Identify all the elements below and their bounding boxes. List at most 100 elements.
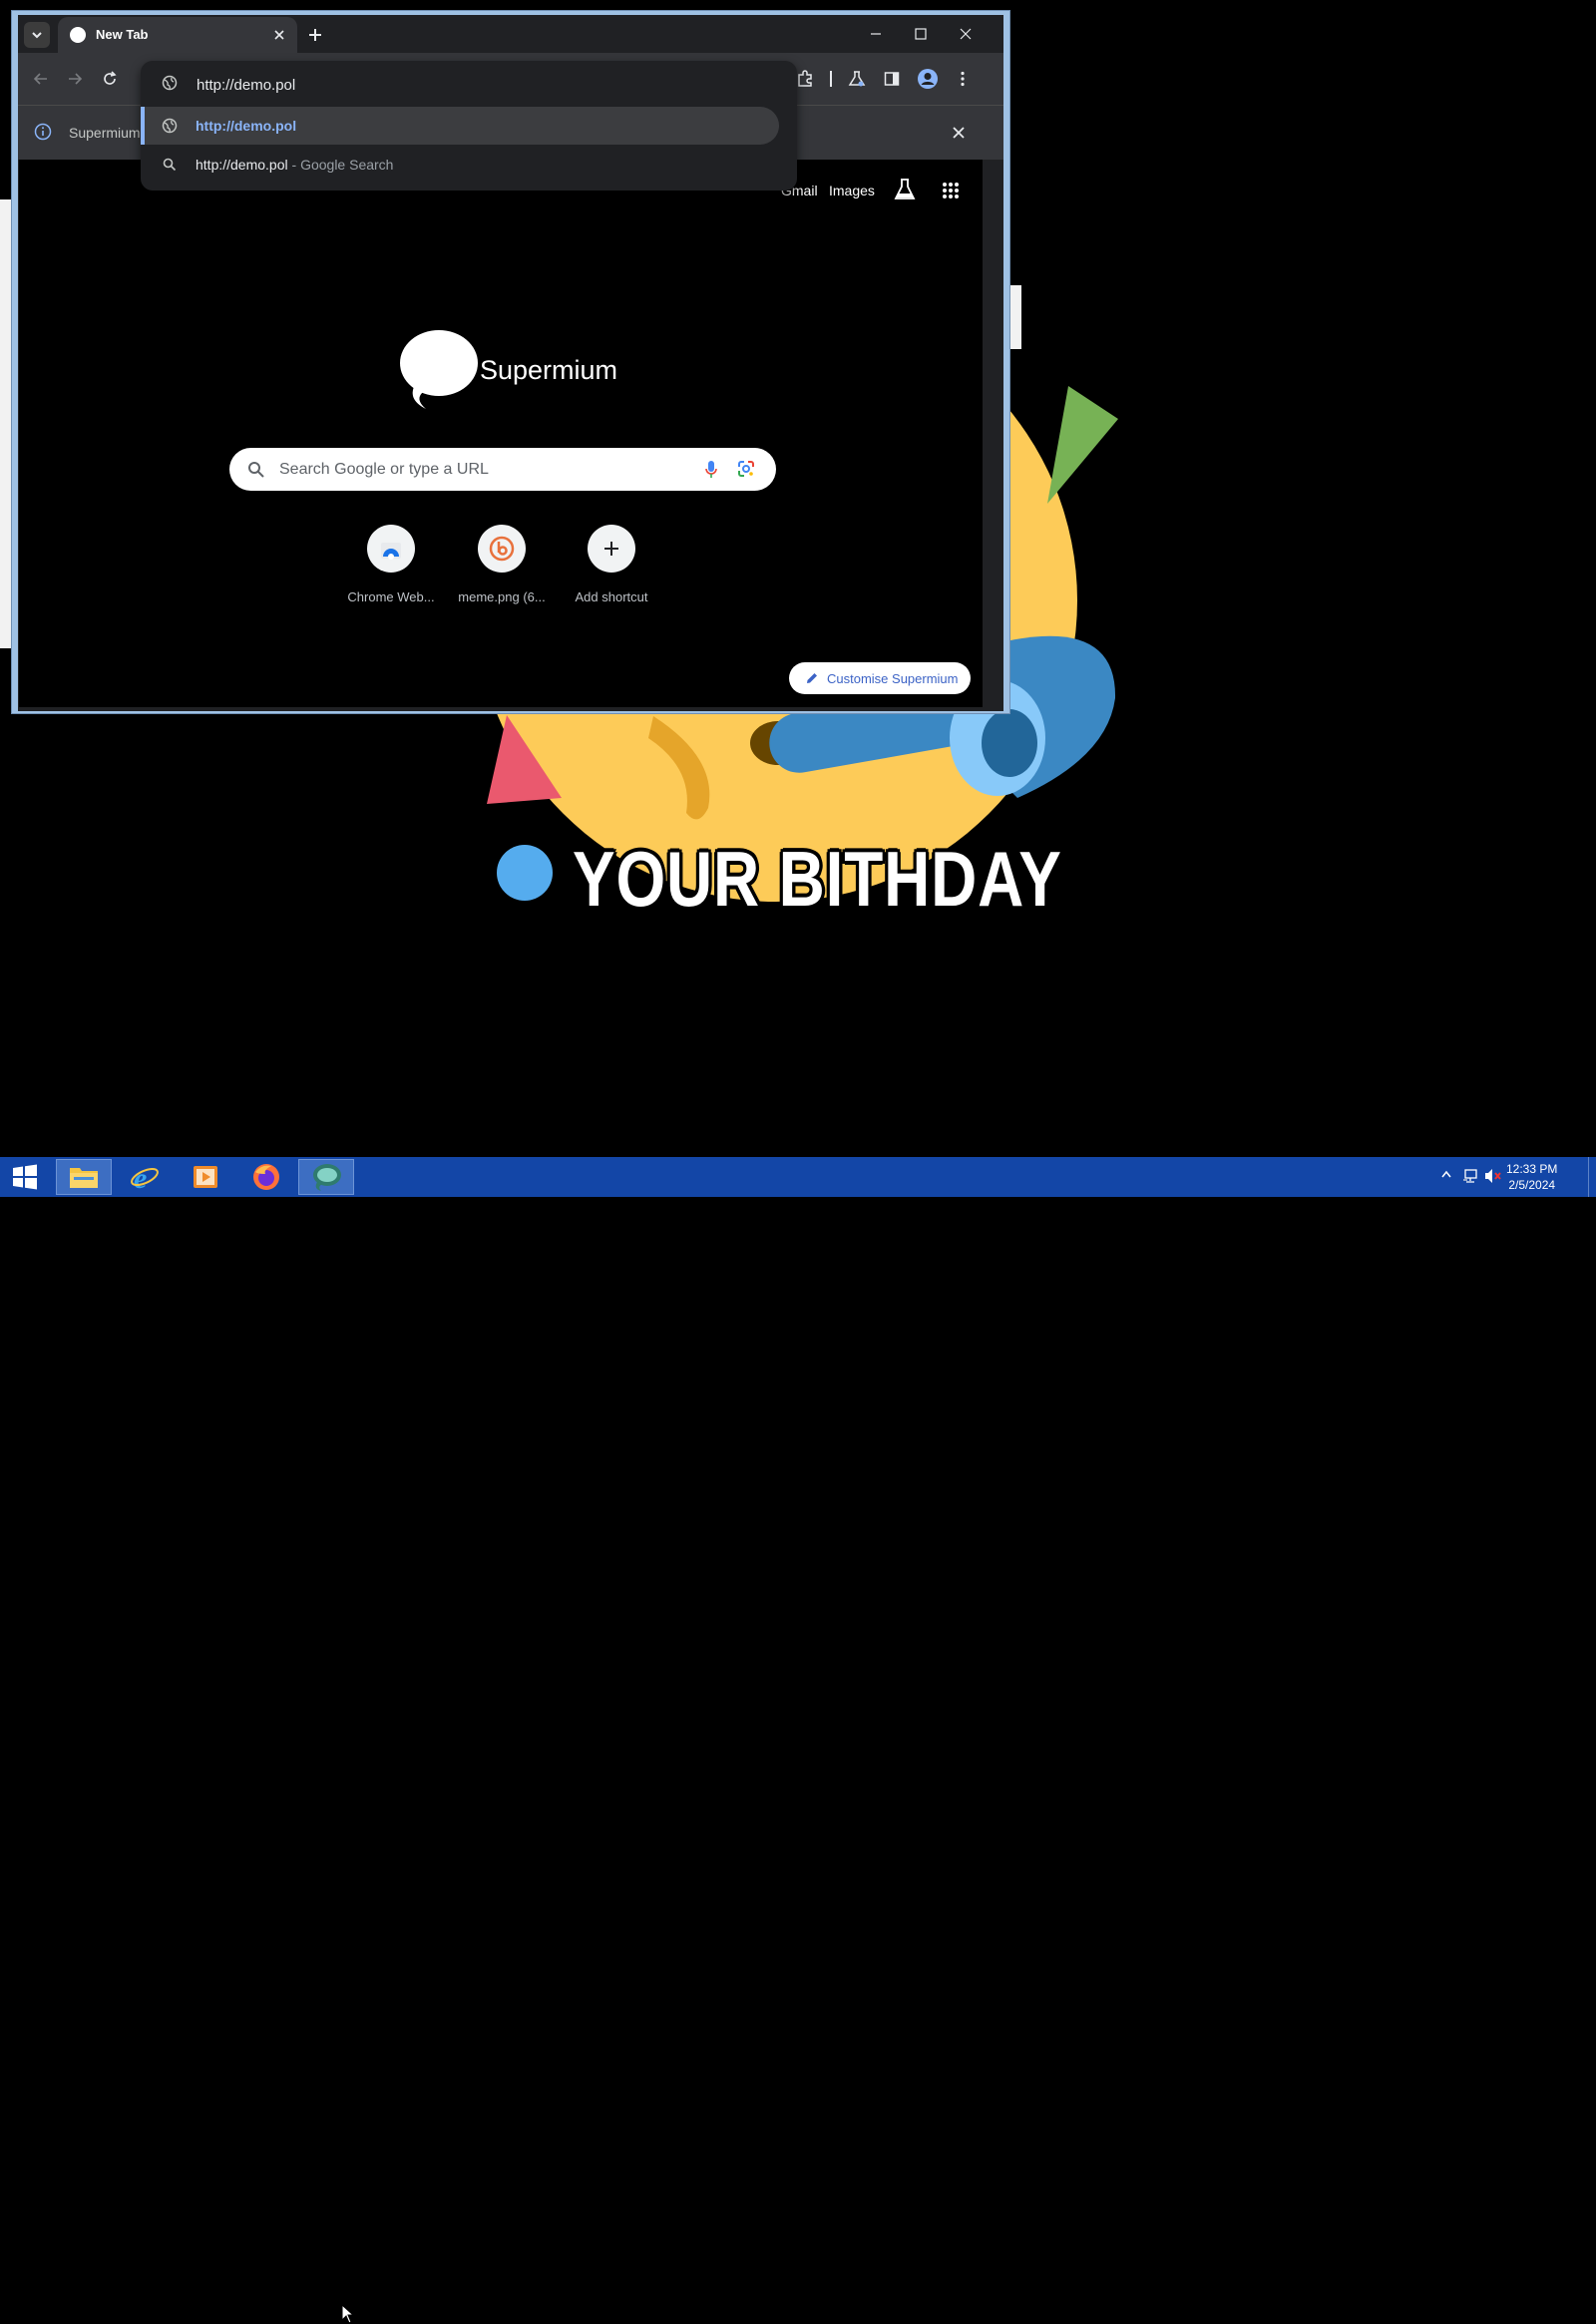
omnibox-dropdown: http://demo.pol http://demo.pol - Google… bbox=[141, 61, 797, 191]
shortcut-icon bbox=[478, 525, 526, 573]
suggestion-text: http://demo.pol bbox=[196, 118, 297, 134]
network-icon bbox=[1463, 1169, 1477, 1183]
supermium-favicon-icon bbox=[70, 27, 86, 43]
window-close-button[interactable] bbox=[946, 21, 986, 47]
search-icon bbox=[248, 462, 264, 478]
mouse-cursor bbox=[341, 2304, 355, 2324]
tab-strip: New Tab bbox=[18, 15, 1003, 53]
tab-search-button[interactable] bbox=[24, 22, 50, 48]
reload-icon bbox=[104, 71, 117, 85]
ntp-search-input[interactable] bbox=[277, 458, 680, 482]
shortcut-label: Chrome Web... bbox=[347, 589, 435, 604]
close-icon bbox=[274, 30, 284, 40]
show-desktop-button[interactable] bbox=[1588, 1157, 1596, 1197]
images-link[interactable]: Images bbox=[829, 183, 875, 198]
forward-button[interactable] bbox=[63, 67, 87, 91]
globe-icon bbox=[162, 75, 178, 91]
shortcut-meme-png[interactable]: meme.png (6... bbox=[447, 525, 557, 604]
arrow-right-icon bbox=[69, 73, 83, 85]
taskbar-media-player[interactable] bbox=[178, 1159, 233, 1195]
ntp-search-box[interactable] bbox=[229, 448, 776, 491]
labs-link[interactable] bbox=[894, 178, 916, 201]
reload-button[interactable] bbox=[98, 67, 122, 91]
new-tab-button[interactable] bbox=[303, 23, 327, 47]
browser-frame: New Tab Supermium Gmail Images Supermium… bbox=[18, 15, 1003, 711]
folder-icon bbox=[70, 1168, 98, 1188]
supermium-logo bbox=[396, 329, 478, 411]
flask-icon bbox=[894, 179, 916, 199]
browser-window: New Tab Supermium Gmail Images Supermium… bbox=[11, 10, 1010, 714]
plus-icon bbox=[309, 29, 321, 41]
shortcut-chrome-web-store[interactable]: Chrome Web... bbox=[336, 525, 446, 604]
taskbar-internet-explorer[interactable]: e bbox=[117, 1159, 173, 1195]
microphone-icon[interactable] bbox=[704, 460, 718, 480]
flask-icon bbox=[848, 71, 866, 87]
volume-tray-button[interactable] bbox=[1484, 1168, 1502, 1184]
arrow-left-icon bbox=[33, 73, 47, 85]
tab-new-tab[interactable]: New Tab bbox=[58, 17, 297, 53]
toolbar-divider bbox=[830, 71, 832, 87]
network-tray-button[interactable] bbox=[1462, 1168, 1478, 1184]
taskbar: e 12:33 PM 2/5/2024 bbox=[0, 1157, 1596, 2324]
omnibox-input[interactable] bbox=[197, 75, 755, 95]
google-apps-button[interactable] bbox=[942, 182, 960, 199]
suggestion-text: http://demo.pol - Google Search bbox=[196, 157, 393, 173]
close-icon bbox=[960, 28, 972, 40]
apps-grid-icon bbox=[943, 183, 959, 198]
selection-indicator bbox=[141, 107, 145, 145]
customise-label: Customise Supermium bbox=[827, 671, 959, 686]
globe-icon bbox=[162, 118, 178, 134]
shortcut-icon bbox=[588, 525, 635, 573]
info-bar-close-button[interactable] bbox=[950, 124, 968, 142]
chevron-up-icon bbox=[1441, 1170, 1451, 1178]
menu-button[interactable] bbox=[951, 67, 975, 91]
svg-text:e: e bbox=[134, 1162, 147, 1192]
internet-explorer-icon: e bbox=[131, 1162, 159, 1192]
close-icon bbox=[953, 127, 965, 139]
background-window-edge-right bbox=[1009, 285, 1021, 349]
puzzle-icon bbox=[798, 70, 812, 87]
tab-title: New Tab bbox=[96, 27, 149, 42]
taskbar-firefox[interactable] bbox=[238, 1159, 294, 1195]
search-icon bbox=[163, 158, 177, 172]
minimize-icon bbox=[871, 33, 881, 35]
system-clock[interactable]: 12:33 PM 2/5/2024 bbox=[1506, 1161, 1557, 1193]
maximize-button[interactable] bbox=[901, 21, 941, 47]
logo-wordmark: Supermium bbox=[480, 355, 618, 385]
labs-button[interactable] bbox=[845, 67, 869, 91]
clock-time: 12:33 PM bbox=[1506, 1162, 1558, 1176]
show-hidden-icons-button[interactable] bbox=[1441, 1170, 1451, 1178]
more-vertical-icon bbox=[961, 71, 965, 87]
start-button[interactable] bbox=[0, 1159, 50, 1195]
minimize-button[interactable] bbox=[856, 21, 896, 47]
side-panel-icon bbox=[884, 72, 900, 86]
tab-close-button[interactable] bbox=[269, 25, 289, 45]
taskbar-supermium[interactable] bbox=[298, 1159, 354, 1195]
shortcut-icon bbox=[367, 525, 415, 573]
new-tab-page: Gmail Images Supermium Search Google or … bbox=[19, 160, 983, 707]
shortcut-label: meme.png (6... bbox=[458, 589, 546, 604]
avatar-icon bbox=[918, 69, 938, 89]
supermium-logo-icon bbox=[400, 330, 478, 409]
plus-icon bbox=[604, 542, 618, 556]
info-icon bbox=[34, 123, 52, 141]
meme-caption: YOUR BITHDAY bbox=[573, 835, 1062, 923]
shortcut-add[interactable]: Add shortcut bbox=[557, 525, 666, 604]
back-button[interactable] bbox=[29, 67, 53, 91]
file-host-icon bbox=[489, 536, 515, 562]
lens-icon[interactable] bbox=[737, 460, 755, 478]
shortcut-label: Add shortcut bbox=[575, 589, 648, 604]
info-bar-text: Supermium bbox=[69, 125, 141, 141]
chevron-down-icon bbox=[32, 32, 42, 39]
omnibox-suggestion-search[interactable]: http://demo.pol - Google Search bbox=[141, 146, 779, 184]
maximize-icon bbox=[915, 28, 927, 40]
pencil-icon bbox=[807, 673, 817, 683]
volume-muted-icon bbox=[1485, 1169, 1501, 1183]
supermium-icon bbox=[313, 1164, 341, 1191]
side-panel-button[interactable] bbox=[880, 67, 904, 91]
omnibox-suggestion-url[interactable]: http://demo.pol bbox=[141, 107, 779, 145]
profile-button[interactable] bbox=[916, 67, 940, 91]
customise-button[interactable]: Customise Supermium bbox=[789, 662, 971, 694]
clock-date: 2/5/2024 bbox=[1508, 1178, 1556, 1192]
taskbar-file-explorer[interactable] bbox=[56, 1159, 112, 1195]
